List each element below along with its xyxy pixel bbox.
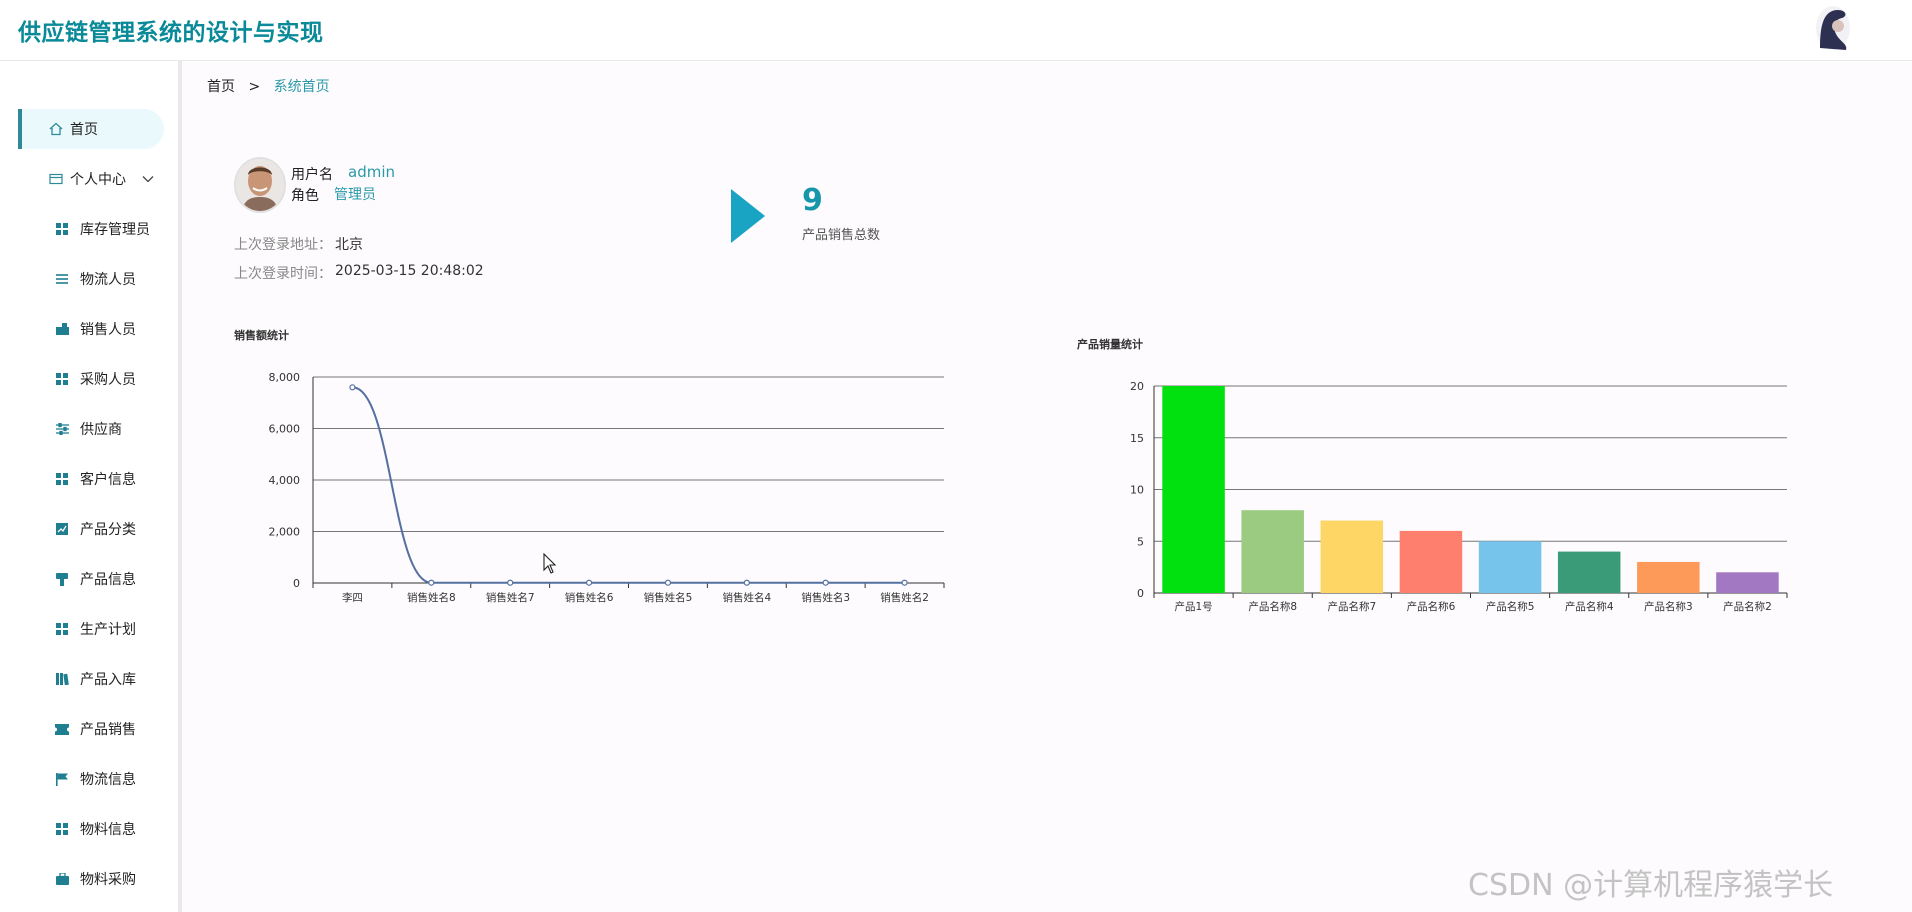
bar <box>1399 530 1463 593</box>
bar <box>1478 541 1542 593</box>
x-tick-label: 产品名称6 <box>1407 600 1456 613</box>
x-tick-label: 产品名称5 <box>1486 600 1535 613</box>
y-tick-label: 20 <box>1130 380 1144 393</box>
watermark: CSDN @计算机程序猿学长 <box>1468 868 1834 903</box>
y-tick-label: 15 <box>1130 432 1144 445</box>
y-tick-label: 0 <box>1137 587 1144 600</box>
x-tick-label: 产品1号 <box>1174 600 1212 613</box>
x-tick-label: 产品名称4 <box>1565 600 1614 613</box>
x-tick-label: 产品名称7 <box>1327 600 1376 613</box>
bar <box>1162 386 1225 593</box>
mouse-cursor-icon <box>543 552 557 579</box>
y-tick-label: 10 <box>1130 484 1144 497</box>
bar <box>1637 561 1700 593</box>
x-tick-label: 产品名称3 <box>1644 600 1693 613</box>
y-tick-label: 5 <box>1137 535 1144 548</box>
x-tick-label: 产品名称8 <box>1248 600 1297 613</box>
bar <box>1557 551 1621 593</box>
bar <box>1320 520 1384 593</box>
x-tick-label: 产品名称2 <box>1723 600 1772 613</box>
bar <box>1716 572 1779 593</box>
bar <box>1241 510 1304 593</box>
product-bar-chart: 0 5 10 15 20 产品1号 产品名称8 产品名称7 产品名称6 产品名称5 产品名称4 产品名… <box>1130 380 1788 613</box>
